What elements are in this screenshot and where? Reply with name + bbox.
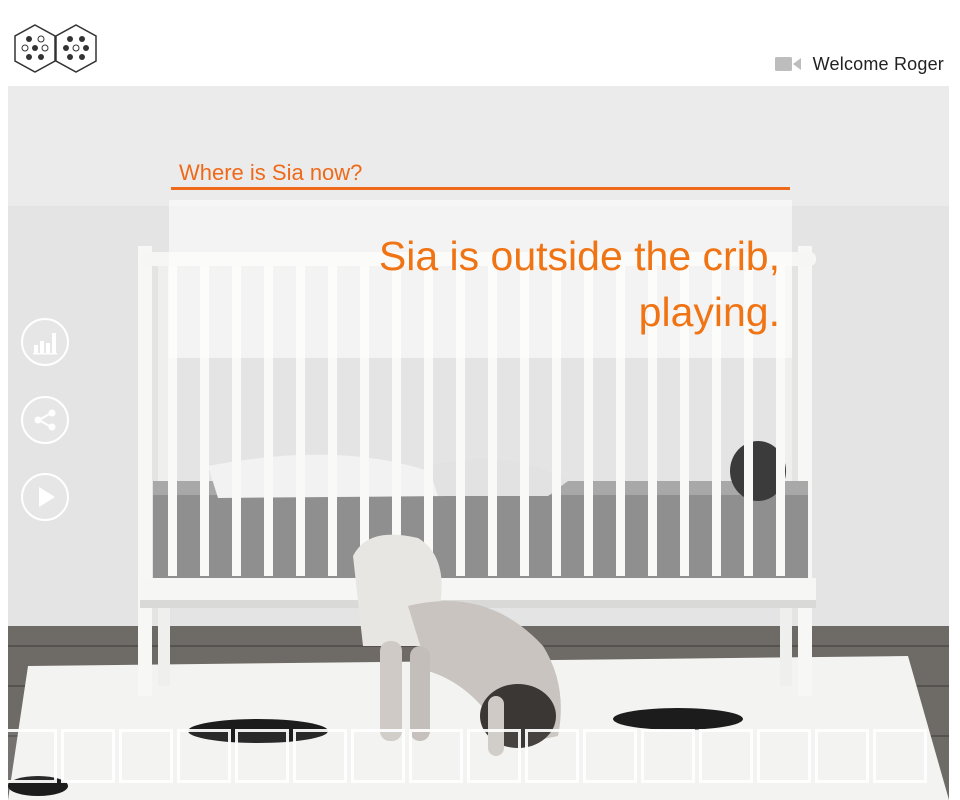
bar-chart-icon xyxy=(33,333,57,355)
video-camera-icon[interactable] xyxy=(774,55,801,73)
thumbnail[interactable] xyxy=(873,729,927,783)
hexagon-logo-icon[interactable] xyxy=(14,24,98,74)
question-header: Where is Sia now? xyxy=(171,156,790,190)
welcome-area: Welcome Roger xyxy=(774,52,944,76)
thumbnail[interactable] xyxy=(177,729,231,783)
thumbnail[interactable] xyxy=(119,729,173,783)
thumbnail[interactable] xyxy=(467,729,521,783)
thumbnail-strip xyxy=(3,729,943,785)
thumbnail[interactable] xyxy=(3,729,57,783)
thumbnail[interactable] xyxy=(757,729,811,783)
play-button[interactable] xyxy=(21,473,69,521)
thumbnail[interactable] xyxy=(699,729,753,783)
nursery-photo xyxy=(8,86,949,800)
thumbnail[interactable] xyxy=(525,729,579,783)
thumbnail[interactable] xyxy=(293,729,347,783)
thumbnail[interactable] xyxy=(583,729,637,783)
share-button[interactable] xyxy=(21,396,69,444)
thumbnail[interactable] xyxy=(815,729,869,783)
thumbnail[interactable] xyxy=(641,729,695,783)
question-text: Where is Sia now? xyxy=(179,160,363,185)
thumbnail[interactable] xyxy=(351,729,405,783)
answer-text: Sia is outside the crib, playing. xyxy=(378,233,780,335)
hero-photo xyxy=(8,86,949,800)
thumbnail[interactable] xyxy=(61,729,115,783)
stats-button[interactable] xyxy=(21,318,69,366)
share-icon xyxy=(34,409,56,431)
answer-panel: Sia is outside the crib, playing. xyxy=(169,200,792,358)
thumbnail[interactable] xyxy=(235,729,289,783)
thumbnail[interactable] xyxy=(409,729,463,783)
play-icon xyxy=(39,487,55,507)
welcome-text: Welcome Roger xyxy=(812,53,944,74)
